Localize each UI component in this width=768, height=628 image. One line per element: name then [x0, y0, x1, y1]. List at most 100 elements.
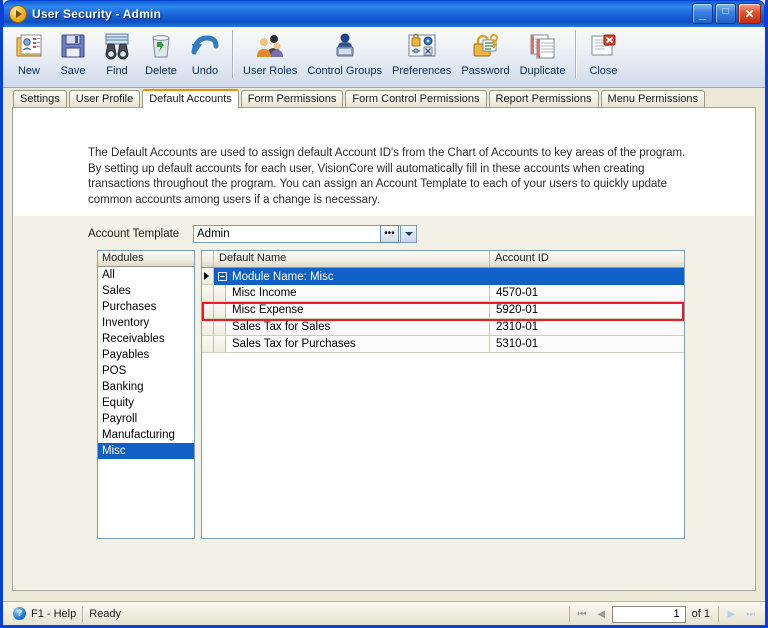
cell-account-id[interactable]: 2310-01	[490, 319, 684, 336]
toolbar-button-control-groups[interactable]: Control Groups	[302, 27, 387, 85]
toolbar-button-find[interactable]: Find	[95, 27, 139, 85]
preferences-icon	[406, 31, 438, 61]
nav-next-button[interactable]: ▶	[723, 605, 740, 623]
account-template-ellipsis-button[interactable]: •••	[380, 225, 399, 243]
status-message: Ready	[89, 607, 122, 620]
toolbar-button-save[interactable]: Save	[51, 27, 95, 85]
cell-default-name[interactable]: Sales Tax for Purchases	[226, 336, 490, 353]
cell-default-name[interactable]: Sales Tax for Sales	[226, 319, 490, 336]
toolbar-button-undo[interactable]: Undo	[183, 27, 227, 85]
nav-first-button[interactable]: ⏮	[574, 605, 591, 623]
cell-account-id[interactable]: 4570-01	[490, 285, 684, 302]
chevron-down-icon[interactable]	[401, 225, 417, 243]
floppy-disk-icon	[57, 31, 89, 61]
help-question-icon: ?	[13, 607, 26, 620]
tab-default-accounts[interactable]: Default Accounts	[142, 89, 239, 108]
cell-default-name[interactable]: Misc Income	[226, 285, 490, 302]
minimize-button[interactable]: _	[692, 3, 713, 24]
tab-strip: Settings User Profile Default Accounts F…	[3, 88, 765, 108]
maximize-icon: □	[722, 6, 729, 17]
account-template-row: Account Template •••	[88, 225, 417, 243]
panel-description: The Default Accounts are used to assign …	[88, 147, 686, 206]
toolbar-button-delete[interactable]: Delete	[139, 27, 183, 85]
cell-default-name[interactable]: Misc Expense	[226, 302, 490, 319]
maximize-button[interactable]: □	[715, 3, 736, 24]
toolbar-label-close: Close	[589, 65, 618, 77]
toolbar-button-user-roles[interactable]: User Roles	[238, 27, 302, 85]
duplicate-pages-icon	[527, 31, 559, 61]
nav-divider-left	[568, 606, 570, 622]
toolbar-label-duplicate: Duplicate	[519, 65, 566, 77]
toolbar-label-user-roles: User Roles	[243, 65, 298, 77]
grid-group-cell[interactable]: Module Name: Misc	[214, 268, 684, 285]
toolbar-label-save: Save	[60, 65, 86, 77]
toolbar-label-find: Find	[106, 65, 128, 77]
toolbar-button-new[interactable]: New	[7, 27, 51, 85]
users-group-icon	[254, 31, 286, 61]
binoculars-icon	[101, 31, 133, 61]
module-item-purchases[interactable]: Purchases	[98, 299, 194, 315]
window-controls: _ □ ✕	[692, 3, 761, 24]
toolbar-button-close[interactable]: Close	[581, 27, 625, 85]
nav-prev-button[interactable]: ◀	[593, 605, 610, 623]
module-item-receivables[interactable]: Receivables	[98, 331, 194, 347]
tab-form-control-permissions[interactable]: Form Control Permissions	[345, 90, 487, 107]
collapse-icon[interactable]	[218, 272, 227, 281]
row-group-spacer	[214, 319, 226, 336]
row-group-spacer	[214, 302, 226, 319]
client-area: The Default Accounts are used to assign …	[3, 107, 765, 601]
close-icon: ✕	[744, 7, 755, 21]
account-template-input[interactable]	[194, 226, 380, 242]
tab-form-permissions[interactable]: Form Permissions	[240, 90, 344, 107]
tab-report-permissions[interactable]: Report Permissions	[488, 90, 599, 107]
nav-divider-right	[718, 606, 719, 622]
record-navigator: ⏮ ◀ 1 of 1 ▶ ⏭	[567, 604, 759, 624]
module-item-equity[interactable]: Equity	[98, 395, 194, 411]
nav-last-button[interactable]: ⏭	[742, 605, 759, 623]
grid-column-default-name[interactable]: Default Name	[214, 251, 490, 267]
account-template-label: Account Template	[88, 228, 180, 240]
module-item-misc[interactable]: Misc	[98, 443, 194, 459]
default-accounts-grid[interactable]: Default Name Account ID Module Name: Mis…	[201, 250, 685, 539]
cell-account-id[interactable]: 5920-01	[490, 302, 684, 319]
module-item-payroll[interactable]: Payroll	[98, 411, 194, 427]
row-indicator	[202, 336, 214, 353]
table-row[interactable]: Sales Tax for Sales 2310-01	[202, 319, 684, 336]
module-item-manufacturing[interactable]: Manufacturing	[98, 427, 194, 443]
module-item-inventory[interactable]: Inventory	[98, 315, 194, 331]
table-row[interactable]: Misc Income 4570-01	[202, 285, 684, 302]
grid-column-account-id[interactable]: Account ID	[490, 251, 684, 267]
help-segment[interactable]: ? F1 - Help	[7, 605, 82, 623]
module-item-all[interactable]: All	[98, 267, 194, 283]
page-number-input[interactable]: 1	[611, 605, 686, 623]
modules-list-body[interactable]: All Sales Purchases Inventory Receivable…	[98, 267, 194, 538]
module-item-banking[interactable]: Banking	[98, 379, 194, 395]
toolbar-label-delete: Delete	[145, 65, 177, 77]
row-group-spacer	[214, 285, 226, 302]
module-item-payables[interactable]: Payables	[98, 347, 194, 363]
close-button[interactable]: ✕	[738, 3, 761, 24]
toolbar-separator	[232, 30, 233, 78]
module-item-pos[interactable]: POS	[98, 363, 194, 379]
row-group-spacer	[214, 336, 226, 353]
recycle-bin-icon	[145, 31, 177, 61]
tab-menu-permissions[interactable]: Menu Permissions	[600, 90, 706, 107]
tab-user-profile[interactable]: User Profile	[68, 90, 141, 107]
toolbar-button-duplicate[interactable]: Duplicate	[515, 27, 571, 85]
module-item-sales[interactable]: Sales	[98, 283, 194, 299]
cell-account-id[interactable]: 5310-01	[490, 336, 684, 353]
toolbar-button-password[interactable]: Password	[456, 27, 514, 85]
row-indicator	[202, 319, 214, 336]
row-indicator	[202, 302, 214, 319]
table-row[interactable]: Sales Tax for Purchases 5310-01	[202, 336, 684, 353]
account-template-lookup[interactable]: •••	[193, 225, 401, 243]
tab-settings[interactable]: Settings	[13, 90, 67, 107]
toolbar-button-preferences[interactable]: Preferences	[387, 27, 456, 85]
grid-group-row[interactable]: Module Name: Misc	[202, 268, 684, 285]
grid-body[interactable]: Module Name: Misc Misc Income 4570-01 Mi…	[202, 268, 684, 538]
table-row[interactable]: Misc Expense 5920-01	[202, 302, 684, 319]
help-label: F1 - Help	[31, 607, 77, 620]
default-accounts-panel: The Default Accounts are used to assign …	[12, 107, 756, 591]
modules-list[interactable]: Modules All Sales Purchases Inventory Re…	[97, 250, 195, 539]
title-bar: User Security - Admin _ □ ✕	[3, 0, 765, 27]
